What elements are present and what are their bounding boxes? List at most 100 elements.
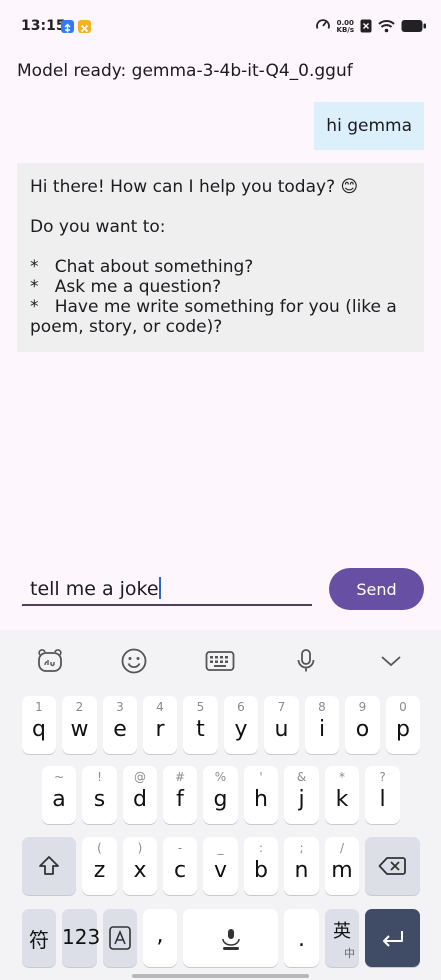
soft-keyboard: 1q 2w 3e 4r 5t 6y 7u 8i 9o 0p ~ a ! s @ d #… — [0, 630, 441, 980]
key-o[interactable]: 9o — [345, 696, 380, 754]
key-char: y — [234, 717, 248, 742]
key-char: l — [379, 787, 386, 812]
key-d[interactable]: @ d — [123, 766, 157, 824]
key-alt-char: 5 — [196, 700, 205, 714]
key-z[interactable]: (z — [82, 837, 117, 895]
key-char: g — [213, 787, 228, 812]
key-e[interactable]: 3e — [103, 696, 137, 754]
key-alt-char: ~ — [53, 770, 65, 784]
key-m[interactable]: / m — [325, 837, 359, 895]
key-char: t — [196, 717, 205, 742]
language-switch-key[interactable]: 英 中 — [325, 909, 359, 967]
key-alt-char: % — [214, 770, 227, 784]
key-l[interactable]: ? l — [365, 766, 400, 824]
key-alt-char: 9 — [358, 700, 367, 714]
symbols-key-label: 符 — [29, 928, 49, 952]
key-r[interactable]: 4r — [143, 696, 177, 754]
key-k[interactable]: * k — [325, 766, 359, 824]
du-logo-icon[interactable] — [35, 647, 65, 675]
numbers-key-label: 123 — [62, 925, 101, 949]
key-j[interactable]: & j — [284, 766, 319, 824]
key-char: c — [173, 858, 187, 883]
language-key-label: 英 — [333, 921, 351, 942]
key-alt-char: 2 — [75, 700, 84, 714]
symbols-key[interactable]: 符 — [22, 909, 56, 967]
key-alt-char: ; — [299, 841, 304, 855]
key-char: j — [298, 787, 305, 812]
period-key-label: . — [298, 927, 305, 952]
text-caret — [158, 577, 161, 599]
backspace-key[interactable] — [365, 837, 420, 895]
key-t[interactable]: 5t — [183, 696, 218, 754]
bot-option: * Have me write something for you (like … — [30, 297, 397, 317]
bot-prompt: Do you want to: — [30, 217, 166, 237]
key-char: p — [396, 717, 410, 742]
emoji-icon[interactable] — [119, 647, 149, 675]
space-key[interactable] — [183, 909, 278, 967]
chevron-down-icon[interactable] — [376, 647, 406, 675]
key-char: o — [355, 717, 370, 742]
message-input[interactable]: tell me a joke — [22, 568, 312, 606]
key-y[interactable]: 6y — [224, 696, 258, 754]
key-alt-char: : — [258, 841, 264, 855]
key-alt-char: 8 — [318, 700, 326, 714]
key-alt-char: ! — [97, 770, 102, 784]
voice-input-icon — [219, 925, 243, 955]
key-w[interactable]: 2w — [62, 696, 97, 754]
key-alt-char: 3 — [116, 700, 124, 714]
key-char: d — [133, 787, 147, 812]
key-char: u — [274, 717, 289, 742]
wifi-icon — [378, 18, 395, 37]
key-a[interactable]: ~ a — [42, 766, 76, 824]
key-char: a — [52, 787, 66, 812]
keyboard-toolbar — [0, 630, 441, 690]
send-button[interactable]: Send — [329, 568, 424, 610]
handwriting-key[interactable] — [103, 909, 137, 967]
status-icons: 0.00 KB/s — [315, 16, 427, 38]
key-alt-char: ( — [97, 841, 102, 855]
key-char: i — [318, 717, 326, 742]
key-char: v — [213, 858, 228, 883]
numbers-key[interactable]: 123 — [62, 909, 101, 967]
key-u[interactable]: 7u — [264, 696, 299, 754]
key-x[interactable]: ) x — [123, 837, 157, 895]
key-char: k — [335, 787, 349, 812]
enter-icon — [380, 928, 406, 952]
period-key[interactable]: . — [284, 909, 319, 967]
key-alt-char: & — [296, 770, 307, 784]
key-p[interactable]: 0p — [386, 696, 420, 754]
comma-key-label: , — [156, 923, 164, 948]
language-key-sublabel: 中 — [344, 947, 355, 960]
status-time: 13:15 — [21, 18, 66, 34]
key-alt-char: _ — [217, 841, 224, 855]
comma-key[interactable]: , — [143, 909, 177, 967]
key-i[interactable]: 8i — [305, 696, 339, 754]
bot-option: * Ask me a question? — [30, 277, 222, 297]
key-g[interactable]: % g — [203, 766, 238, 824]
key-char: f — [176, 787, 184, 812]
key-h[interactable]: ' h — [244, 766, 278, 824]
speedometer-icon — [315, 17, 331, 37]
key-char: z — [93, 858, 106, 883]
key-v[interactable]: _ v — [203, 837, 238, 895]
enter-key[interactable] — [365, 909, 420, 967]
bot-greeting: Hi there! How can I help you today? 😊 — [30, 177, 359, 197]
key-char: b — [254, 858, 268, 883]
key-alt-char: 1 — [35, 700, 43, 714]
user-message-bubble: hi gemma — [314, 102, 424, 150]
handwriting-icon — [109, 926, 131, 954]
message-input-text: tell me a joke — [30, 578, 159, 600]
key-s[interactable]: ! s — [82, 766, 117, 824]
key-alt-char: # — [174, 770, 186, 784]
key-f[interactable]: # f — [163, 766, 197, 824]
microphone-icon[interactable] — [291, 647, 321, 675]
key-char: q — [32, 717, 46, 742]
key-q[interactable]: 1q — [22, 696, 56, 754]
shift-key[interactable] — [22, 837, 76, 895]
key-n[interactable]: ; n — [284, 837, 319, 895]
home-indicator[interactable] — [132, 974, 309, 978]
key-alt-char: ' — [259, 770, 263, 784]
keyboard-icon[interactable] — [205, 647, 235, 675]
key-c[interactable]: -c — [163, 837, 197, 895]
key-b[interactable]: :b — [244, 837, 278, 895]
